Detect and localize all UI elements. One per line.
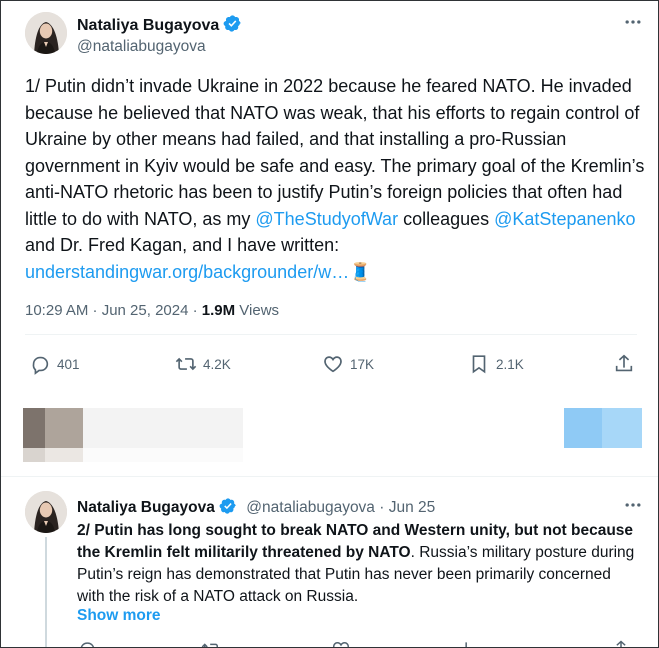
tweet-text-part3: and Dr. Fred Kagan, and I have written:: [25, 235, 340, 255]
blur-block-5: [83, 408, 243, 448]
reply-views-icon[interactable]: [457, 639, 477, 648]
tweet-text-part2: colleagues: [398, 208, 495, 229]
repost-icon: [175, 357, 197, 371]
reply-date[interactable]: · Jun 25: [375, 499, 435, 516]
meta-divider: [25, 334, 637, 335]
reply-count: 401: [57, 356, 80, 372]
bookmark-button[interactable]: 2.1K: [468, 353, 524, 375]
reply-more-options-icon[interactable]: [623, 495, 643, 520]
reply-author-name[interactable]: Nataliya Bugayova: [77, 499, 215, 516]
reply-action-bar-partial: [77, 639, 657, 648]
repost-count: 4.2K: [203, 356, 231, 372]
tweet-timestamp[interactable]: 10:29 AM · Jun 25, 2024 ·: [25, 302, 202, 319]
author-name-row[interactable]: Nataliya Bugayova: [77, 14, 242, 35]
reply-icon: [32, 356, 49, 375]
mention-thestudyofwar[interactable]: @TheStudyofWar: [255, 209, 398, 229]
blurred-reply-composer: [1, 404, 658, 464]
blur-block-4: [45, 448, 83, 462]
reply-author-avatar[interactable]: [25, 491, 67, 533]
share-button[interactable]: [613, 353, 641, 375]
reply-share-icon[interactable]: [611, 639, 631, 648]
author-name[interactable]: Nataliya Bugayova: [77, 17, 219, 34]
reply-repost-icon[interactable]: [201, 639, 221, 648]
show-more-link[interactable]: Show more: [77, 607, 161, 625]
blur-block-8: [602, 408, 642, 448]
views-label: Views: [235, 302, 280, 319]
like-count: 17K: [350, 356, 375, 372]
reply-author-handle[interactable]: @nataliabugayova: [246, 499, 375, 516]
reply-heart-icon[interactable]: [331, 639, 351, 648]
tweet-text: 1/ Putin didn’t invade Ukraine in 2022 b…: [25, 73, 645, 285]
thread-emoji: 🧵: [349, 261, 372, 282]
repost-button[interactable]: 4.2K: [175, 353, 231, 375]
blur-block-1: [23, 408, 45, 448]
mention-katstepanenko[interactable]: @KatStepanenko: [494, 209, 635, 229]
views-count: 1.9M: [201, 302, 236, 319]
reply-verified-badge-icon: [219, 498, 236, 514]
tweet-meta: 10:29 AM · Jun 25, 2024 · 1.9M Views: [25, 302, 279, 319]
article-link[interactable]: understandingwar.org/backgrounder/w…: [25, 262, 349, 282]
reply-reply-icon[interactable]: [77, 639, 97, 648]
author-handle[interactable]: @nataliabugayova: [77, 38, 206, 56]
like-button[interactable]: 17K: [322, 353, 374, 375]
blur-block-6: [83, 448, 243, 462]
blur-block-7: [564, 408, 602, 448]
reply-tweet-text: 2/ Putin has long sought to break NATO a…: [77, 520, 637, 608]
thread-line: [45, 537, 47, 647]
heart-icon: [324, 356, 342, 373]
tweet-thread-frame: Nataliya Bugayova @nataliabugayova 1/ Pu…: [0, 0, 659, 648]
bookmark-count: 2.1K: [496, 356, 524, 372]
verified-badge-icon: [223, 15, 241, 32]
tweet-text-part1: 1/ Putin didn’t invade Ukraine in 2022 b…: [25, 76, 645, 229]
more-options-icon[interactable]: [623, 12, 643, 37]
reply-header: Nataliya Bugayova @nataliabugayova · Jun…: [77, 497, 435, 517]
bookmark-icon: [472, 355, 486, 374]
reply-button[interactable]: 401: [29, 353, 80, 375]
blur-block-3: [23, 448, 45, 462]
share-icon: [615, 354, 633, 372]
blur-block-2: [45, 408, 83, 448]
author-avatar[interactable]: [25, 12, 67, 54]
thread-divider: [1, 476, 658, 477]
